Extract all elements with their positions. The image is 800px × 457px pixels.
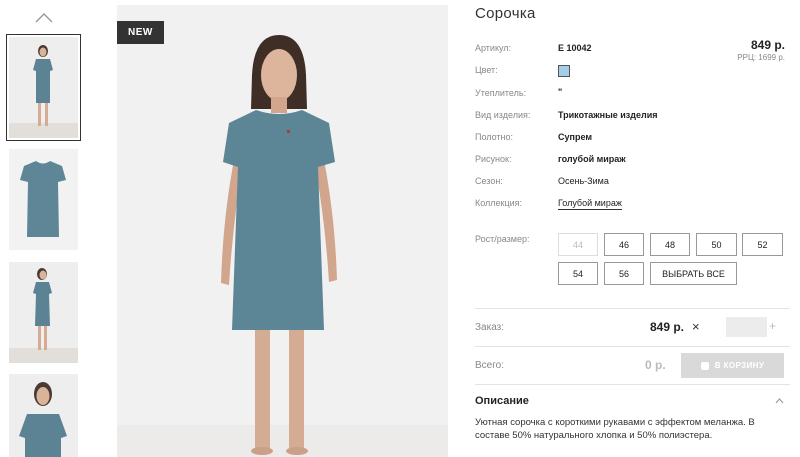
description-text: Уютная сорочка с короткими рукавами с эф…: [475, 417, 755, 441]
article-label: Артикул:: [475, 43, 512, 53]
plus-icon[interactable]: +: [769, 319, 776, 333]
select-all-button[interactable]: ВЫБРАТЬ ВСЕ: [650, 262, 737, 285]
article-value: E 10042: [558, 43, 592, 53]
divider: [475, 308, 790, 309]
divider: [475, 346, 790, 347]
quantity-input[interactable]: [726, 317, 767, 337]
order-label: Заказ:: [475, 322, 505, 333]
add-to-cart-label: В КОРЗИНУ: [714, 361, 765, 370]
color-label: Цвет:: [475, 65, 498, 75]
size-option-52[interactable]: 52: [742, 233, 783, 256]
size-option-44: 44: [558, 233, 598, 256]
size-option-54[interactable]: 54: [558, 262, 598, 285]
order-price: 849 р.: [650, 320, 685, 334]
size-label: Рост/размер:: [475, 234, 530, 244]
collection-value-wrap: Голубой мираж: [558, 198, 622, 210]
main-product-image[interactable]: NEW: [117, 5, 448, 457]
season-value: Осень-Зима: [558, 176, 609, 186]
size-option-56[interactable]: 56: [604, 262, 644, 285]
multiply-icon: ×: [692, 319, 700, 334]
thumbnail-3[interactable]: [9, 262, 78, 363]
insulation-label: Утеплитель:: [475, 88, 527, 98]
season-label: Сезон:: [475, 176, 503, 186]
thumbnail-image: [9, 374, 78, 457]
thumbnail-image: [9, 262, 78, 363]
thumbnail-1[interactable]: [6, 34, 81, 141]
size-option-50[interactable]: 50: [696, 233, 737, 256]
size-option-48[interactable]: 48: [650, 233, 690, 256]
chevron-up-icon[interactable]: [34, 10, 54, 24]
product-title: Сорочка: [475, 5, 536, 22]
pattern-label: Рисунок:: [475, 154, 512, 164]
fabric-label: Полотно:: [475, 132, 514, 142]
type-value: Трикотажные изделия: [558, 110, 658, 120]
product-rrp: РРЦ: 1699 р.: [737, 53, 785, 62]
thumbnail-image: [9, 149, 78, 250]
product-price: 849 р.: [750, 38, 785, 52]
total-label: Всего:: [475, 360, 504, 371]
fabric-value: Супрем: [558, 132, 592, 142]
bag-icon: [700, 361, 709, 370]
total-value: 0 р.: [645, 358, 666, 372]
new-badge: NEW: [117, 21, 164, 44]
product-info-panel: Сорочка 849 р. РРЦ: 1699 р. Артикул: E 1…: [475, 0, 790, 457]
thumbnail-image: [9, 37, 78, 138]
thumbnail-2[interactable]: [9, 149, 78, 250]
divider: [475, 384, 790, 385]
insulation-value: ": [558, 87, 563, 97]
description-heading[interactable]: Описание: [475, 395, 529, 407]
chevron-up-icon[interactable]: [775, 397, 784, 404]
size-option-46[interactable]: 46: [604, 233, 644, 256]
thumbnail-4[interactable]: [9, 374, 78, 457]
color-swatch[interactable]: [558, 65, 570, 77]
collection-label: Коллекция:: [475, 198, 523, 208]
model-photo: [117, 5, 448, 457]
add-to-cart-button[interactable]: В КОРЗИНУ: [681, 353, 784, 378]
collection-link[interactable]: Голубой мираж: [558, 198, 622, 210]
type-label: Вид изделия:: [475, 110, 531, 120]
pattern-value: голубой мираж: [558, 154, 626, 164]
